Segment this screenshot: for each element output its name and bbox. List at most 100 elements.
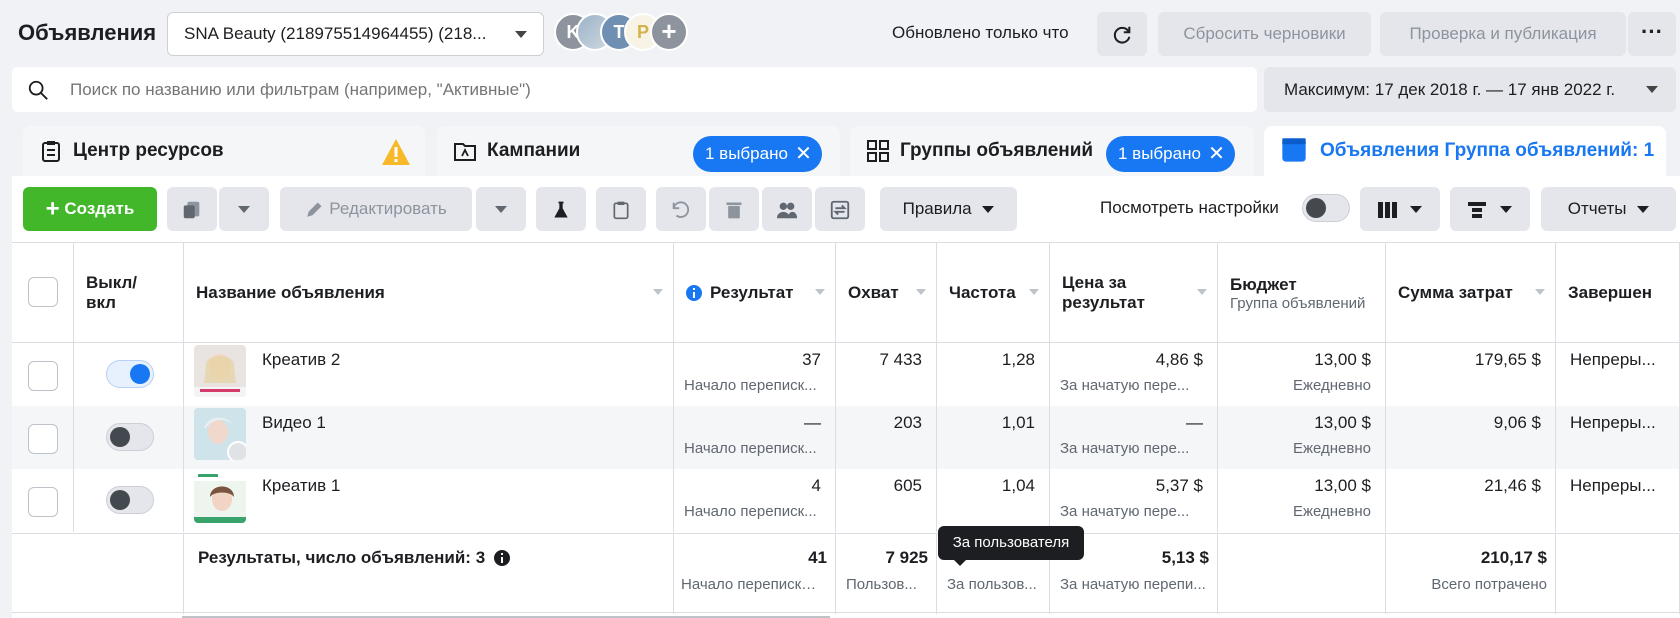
ad-name[interactable]: Креатив 1	[262, 476, 340, 496]
edit-dropdown[interactable]	[476, 187, 526, 231]
cost-type: За начатую пере...	[1060, 377, 1190, 394]
column-header-ends[interactable]: Завершен	[1556, 243, 1680, 343]
more-options-button[interactable]: ···	[1628, 12, 1676, 56]
table-row[interactable]: Креатив 1 4 Начало переписк... 605 1,04 5…	[12, 469, 1680, 532]
column-header-spent[interactable]: Сумма затрат	[1386, 243, 1556, 343]
info-icon[interactable]	[686, 285, 702, 301]
table-row[interactable]: Видео 1 — Начало переписк... 203 1,01 — За…	[12, 406, 1680, 469]
reports-button[interactable]: Отчеты	[1541, 187, 1676, 231]
column-label: Результат	[710, 283, 794, 302]
ends-value: Непреры...	[1570, 350, 1656, 369]
sort-icon[interactable]	[916, 289, 926, 295]
column-header-frequency[interactable]: Частота	[937, 243, 1050, 343]
select-all-checkbox[interactable]	[28, 277, 58, 307]
column-header-budget[interactable]: Бюджет Группа объявлений	[1218, 243, 1386, 343]
view-settings-label: Посмотреть настройки	[1100, 198, 1279, 217]
date-range-picker[interactable]: Максимум: 17 дек 2018 г. — 17 янв 2022 г…	[1264, 67, 1676, 112]
result-value: 4	[811, 476, 821, 495]
column-label: Выкл/ вкл	[86, 273, 138, 312]
search-input[interactable]	[70, 67, 1220, 112]
spent-value: 179,65 $	[1474, 350, 1541, 369]
ad-toggle[interactable]	[106, 360, 154, 388]
tab-label: Объявления Группа объявлений: 1	[1320, 140, 1655, 161]
delete-button[interactable]	[709, 187, 759, 231]
compare-button[interactable]	[815, 187, 865, 231]
column-header-onoff[interactable]: Выкл/ вкл	[74, 243, 184, 343]
totals-cost-type: За начатую перепи...	[1060, 576, 1206, 593]
preview-button[interactable]	[596, 187, 646, 231]
ad-thumbnail[interactable]	[194, 345, 246, 397]
columns-button[interactable]	[1360, 187, 1440, 231]
reports-label: Отчеты	[1567, 199, 1627, 218]
sort-icon[interactable]	[1029, 289, 1039, 295]
result-value: 37	[802, 350, 821, 369]
view-settings-toggle[interactable]	[1302, 194, 1350, 222]
column-header-name[interactable]: Название объявления	[184, 243, 674, 343]
chip-label: 1 выбрано	[705, 144, 788, 163]
top-bar: Объявления SNA Beauty (218975514964455) …	[0, 0, 1680, 68]
row-checkbox[interactable]	[28, 361, 58, 391]
ad-thumbnail[interactable]	[194, 471, 246, 523]
selected-chip[interactable]: 1 выбрано ✕	[693, 136, 822, 172]
audience-button[interactable]	[762, 187, 812, 231]
ab-test-button[interactable]	[536, 187, 586, 231]
select-all-cell	[12, 243, 74, 343]
ad-thumbnail[interactable]	[194, 408, 246, 460]
reach-value: 203	[893, 413, 922, 432]
sort-icon[interactable]	[815, 289, 825, 295]
column-label: Бюджет	[1230, 274, 1297, 294]
ad-name[interactable]: Креатив 2	[262, 350, 340, 370]
ad-name[interactable]: Видео 1	[262, 413, 326, 433]
totals-reach: 7 925	[885, 548, 928, 567]
tab-label: Центр ресурсов	[73, 140, 224, 161]
chevron-down-icon	[1646, 86, 1658, 93]
duplicate-button[interactable]	[167, 187, 217, 231]
budget-type: Ежедневно	[1292, 503, 1371, 520]
breakdown-icon	[1467, 201, 1486, 218]
warning-icon[interactable]	[381, 138, 411, 166]
ends-value: Непреры...	[1570, 476, 1656, 495]
refresh-icon	[1113, 26, 1131, 44]
table-row[interactable]: Креатив 2 37 Начало переписк... 7 433 1,2…	[12, 343, 1680, 406]
cost-value: 5,37 $	[1155, 476, 1203, 495]
ad-toggle[interactable]	[106, 423, 154, 451]
row-checkbox[interactable]	[28, 487, 58, 517]
column-header-cost[interactable]: Цена за результат	[1050, 243, 1218, 343]
sort-icon[interactable]	[653, 289, 663, 295]
search-bar[interactable]	[12, 67, 1257, 112]
pencil-icon	[307, 202, 322, 217]
account-selector[interactable]: SNA Beauty (218975514964455) (218...	[167, 12, 544, 56]
refresh-button[interactable]	[1097, 12, 1147, 56]
row-checkbox[interactable]	[28, 424, 58, 454]
edit-button[interactable]: Редактировать	[280, 187, 472, 231]
chevron-down-icon	[238, 206, 250, 214]
sort-icon[interactable]	[1197, 289, 1207, 295]
add-avatar-button[interactable]: +	[650, 13, 688, 51]
budget-value: 13,00 $	[1314, 413, 1371, 432]
create-button[interactable]: + Создать	[23, 187, 157, 231]
column-label: Цена за результат	[1062, 273, 1145, 312]
info-icon[interactable]	[494, 550, 510, 566]
reset-drafts-button[interactable]: Сбросить черновики	[1158, 12, 1371, 56]
create-label: Создать	[64, 199, 135, 218]
plus-icon: +	[45, 195, 60, 223]
frequency-value: 1,28	[1001, 350, 1035, 369]
sort-icon[interactable]	[1535, 289, 1545, 295]
totals-frequency-type: За пользов...	[947, 576, 1037, 593]
search-icon	[28, 80, 48, 100]
selected-chip[interactable]: 1 выбрано ✕	[1106, 136, 1235, 172]
column-header-reach[interactable]: Охват	[836, 243, 937, 343]
chevron-down-icon	[495, 206, 507, 214]
ad-toggle[interactable]	[106, 486, 154, 514]
avatar-group[interactable]: K T P +	[554, 13, 694, 51]
chevron-down-icon	[1500, 206, 1513, 214]
duplicate-dropdown[interactable]	[219, 187, 269, 231]
breakdown-button[interactable]	[1450, 187, 1530, 231]
close-icon[interactable]: ✕	[1208, 136, 1225, 172]
rules-button[interactable]: Правила	[880, 187, 1017, 231]
close-icon[interactable]: ✕	[795, 136, 812, 172]
review-publish-button[interactable]: Проверка и публикация	[1380, 12, 1626, 56]
undo-button[interactable]	[656, 187, 706, 231]
chevron-down-icon	[1410, 206, 1423, 214]
column-header-result[interactable]: Результат	[674, 243, 836, 343]
